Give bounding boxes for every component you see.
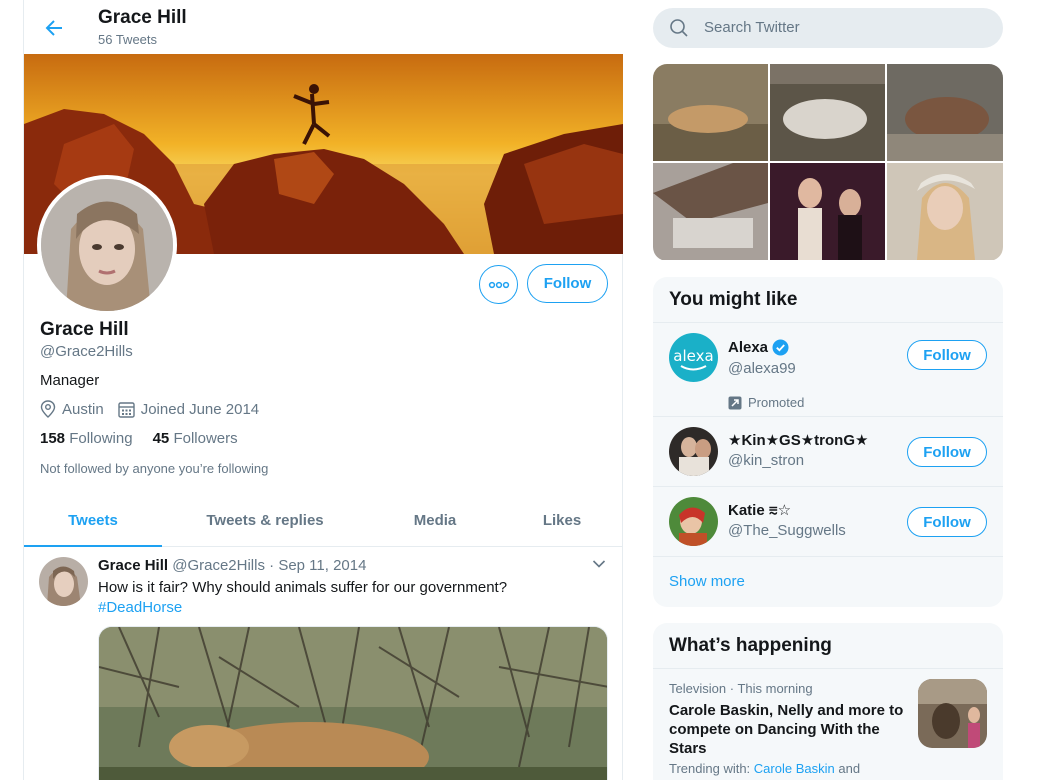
tweet-date[interactable]: Sep 11, 2014 [278, 557, 366, 574]
suggestion-name[interactable]: ★Kin★GS★tronG★ [728, 431, 868, 449]
search-placeholder: Search Twitter [704, 19, 800, 36]
following-count: 158 [40, 430, 66, 447]
promoted-icon [728, 396, 742, 409]
trend-with: Trending with: Carole Baskin and [669, 761, 860, 776]
suggestion-handle: @alexa99 [728, 360, 796, 377]
whats-happening-title: What’s happening [653, 623, 1003, 669]
profile-header: Grace Hill 56 Tweets [24, 0, 624, 54]
header-tweet-count: 56 Tweets [98, 32, 158, 47]
tweet-hashtag[interactable]: #DeadHorse [98, 598, 598, 618]
profile-location: Austin [40, 400, 104, 418]
media-grid [653, 64, 1003, 261]
tab-likes[interactable]: Likes [502, 494, 622, 546]
location-icon [40, 400, 56, 418]
trend-with-suffix: and [838, 761, 861, 776]
profile-bio: Manager [40, 372, 100, 389]
not-followed-note: Not followed by anyone you’re following [40, 461, 269, 476]
trend-time: This morning [737, 681, 813, 696]
profile-stats: 158 Following 45 Followers [40, 430, 258, 447]
back-arrow-icon[interactable] [42, 16, 66, 40]
suggestion-item[interactable]: Katie ⩳☆ @The_Suggwells Follow [653, 487, 1003, 557]
tweet-avatar[interactable] [39, 557, 88, 606]
suggestion-handle: @The_Suggwells [728, 522, 846, 539]
suggestion-follow-button[interactable]: Follow [907, 340, 987, 370]
profile-name: Grace Hill [40, 319, 129, 340]
suggestion-item[interactable]: ★Kin★GS★tronG★ @kin_stron Follow [653, 417, 1003, 487]
search-input[interactable]: Search Twitter [653, 8, 1003, 48]
follow-button[interactable]: Follow [527, 264, 608, 303]
more-options-button[interactable] [479, 265, 518, 304]
profile-tabs: Tweets Tweets & replies Media Likes [24, 494, 623, 547]
trend-separator: · [729, 681, 735, 696]
profile-avatar[interactable] [37, 175, 177, 315]
trend-item[interactable]: Television · This morning Carole Baskin,… [653, 669, 1003, 780]
search-icon [670, 19, 688, 37]
profile-joined: Joined June 2014 [118, 401, 259, 418]
media-thumb[interactable] [653, 163, 768, 260]
tab-media[interactable]: Media [368, 494, 502, 546]
calendar-icon [118, 401, 135, 418]
trend-category: Television [669, 681, 727, 696]
following-stat[interactable]: 158 Following [40, 430, 133, 447]
tweet-text: How is it fair? Why should animals suffe… [98, 578, 598, 618]
suggestion-name-text: Alexa [728, 339, 769, 356]
tweet-body: How is it fair? Why should animals suffe… [98, 579, 508, 596]
joined-text: Joined June 2014 [140, 400, 260, 418]
trend-meta: Television · This morning [669, 681, 813, 696]
promoted-label: Promoted [728, 395, 804, 410]
suggestion-handle: @kin_stron [728, 452, 805, 469]
tweet-image[interactable] [98, 626, 608, 780]
media-thumb[interactable] [770, 64, 885, 161]
tweet-author-name[interactable]: Grace Hill [98, 557, 168, 574]
suggestion-item[interactable]: alexa Alexa @alexa99 Promoted Follow [653, 323, 1003, 417]
chevron-down-icon[interactable] [592, 559, 606, 569]
tweet-separator: · [269, 557, 275, 574]
header-name: Grace Hill [98, 7, 187, 28]
suggestion-name[interactable]: Alexa [728, 339, 789, 356]
tweet-author-handle[interactable]: @Grace2Hills [172, 557, 265, 574]
whats-happening-card: What’s happening Television · This morni… [653, 623, 1003, 780]
trend-with-prefix: Trending with: [669, 761, 751, 776]
svg-text:alexa: alexa [673, 347, 713, 365]
following-label: Following [69, 430, 133, 447]
media-thumb[interactable] [887, 163, 1003, 260]
suggestion-avatar[interactable] [669, 497, 718, 546]
verified-icon [772, 339, 789, 356]
tweet[interactable]: Grace Hill @Grace2Hills · Sep 11, 2014 H… [24, 547, 623, 780]
location-text: Austin [62, 400, 104, 418]
trend-image[interactable] [918, 679, 987, 748]
profile-meta: Austin Joined June 2014 [40, 400, 273, 418]
suggestion-follow-button[interactable]: Follow [907, 507, 987, 537]
trend-with-link[interactable]: Carole Baskin [754, 761, 835, 776]
more-icon [488, 281, 509, 288]
suggestion-name[interactable]: Katie ⩳☆ [728, 501, 791, 519]
suggestion-follow-button[interactable]: Follow [907, 437, 987, 467]
suggestion-avatar[interactable] [669, 427, 718, 476]
main-column: Grace Hill 56 Tweets Follow Grace Hill @… [23, 0, 624, 780]
followers-stat[interactable]: 45 Followers [153, 430, 238, 447]
media-thumb[interactable] [887, 64, 1003, 161]
followers-label: Followers [173, 430, 238, 447]
promoted-text: Promoted [748, 395, 805, 410]
tab-tweets[interactable]: Tweets [24, 494, 162, 547]
suggestion-avatar[interactable]: alexa [669, 333, 718, 382]
show-more-link[interactable]: Show more [653, 557, 1003, 607]
media-thumb[interactable] [770, 163, 885, 260]
followers-count: 45 [152, 430, 170, 447]
tab-tweets-replies[interactable]: Tweets & replies [162, 494, 368, 546]
tweet-header: Grace Hill @Grace2Hills · Sep 11, 2014 [98, 557, 366, 574]
profile-handle: @Grace2Hills [40, 343, 133, 360]
media-thumb[interactable] [653, 64, 768, 161]
you-might-like-card: You might like alexa Alexa @alexa99 Prom… [653, 277, 1003, 607]
trend-title: Carole Baskin, Nelly and more to compete… [669, 702, 904, 757]
you-might-like-title: You might like [653, 277, 1003, 323]
